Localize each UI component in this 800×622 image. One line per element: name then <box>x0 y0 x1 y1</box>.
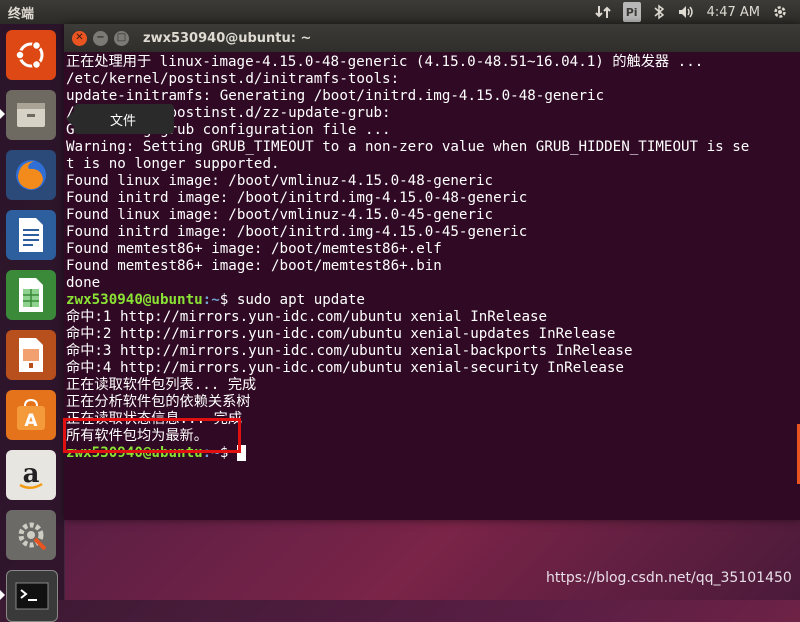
terminal-line: 正在读取软件包列表... 完成 <box>66 377 257 393</box>
bluetooth-icon[interactable] <box>653 2 665 22</box>
active-app-name: 终端 <box>8 6 35 22</box>
terminal-line: 命中:2 http://mirrors.yun-idc.com/ubuntu x… <box>66 326 616 342</box>
svg-text:a: a <box>23 459 40 489</box>
terminal-line: t is no longer supported. <box>66 156 280 172</box>
launcher-tooltip: 文件 <box>66 104 174 134</box>
launcher: A a <box>0 24 65 622</box>
terminal-line: 命中:3 http://mirrors.yun-idc.com/ubuntu x… <box>66 343 633 359</box>
tooltip-label: 文件 <box>110 113 137 129</box>
libreoffice-writer-icon[interactable] <box>6 210 56 260</box>
terminal-line: update-initramfs: Generating /boot/initr… <box>66 88 605 104</box>
close-button[interactable]: ✕ <box>72 30 87 46</box>
terminal-line: /etc/kernel/postinst.d/initramfs-tools: <box>66 71 400 87</box>
terminal-line: 正在分析软件包的依赖关系树 <box>66 394 251 410</box>
running-indicator <box>0 109 5 119</box>
svg-text:A: A <box>24 411 38 431</box>
network-icon[interactable] <box>595 2 611 22</box>
terminal-line: Found linux image: /boot/vmlinuz-4.15.0-… <box>66 207 494 223</box>
clock[interactable]: 4:47 AM <box>707 2 760 22</box>
terminal-line: Found linux image: /boot/vmlinuz-4.15.0-… <box>66 173 494 189</box>
libreoffice-calc-icon[interactable] <box>6 270 56 320</box>
terminal-prompt-line: zwx530940@ubuntu:~$ sudo apt update <box>66 292 800 309</box>
terminal-line: 命中:4 http://mirrors.yun-idc.com/ubuntu x… <box>66 360 624 376</box>
maximize-button[interactable]: □ <box>114 30 129 46</box>
volume-icon[interactable] <box>677 2 695 22</box>
watermark: https://blog.csdn.net/qq_35101450 <box>546 570 792 586</box>
terminal-line: Warning: Setting GRUB_TIMEOUT to a non-z… <box>66 139 750 155</box>
terminal-line: Generating grub configuration file ... <box>66 122 391 138</box>
window-title: zwx530940@ubuntu: ~ <box>143 30 312 46</box>
prompt-command: $ sudo apt update <box>219 292 365 308</box>
terminal-line: /etc/kernel/postinst.d/zz-update-grub: <box>66 105 391 121</box>
terminal-line: done <box>66 275 101 291</box>
files-icon[interactable] <box>6 90 56 140</box>
ubuntu-dash-icon[interactable] <box>6 30 56 80</box>
window-titlebar[interactable]: ✕ − □ zwx530940@ubuntu: ~ <box>64 24 800 52</box>
prompt-user: zwx530940@ubuntu <box>66 292 203 308</box>
highlight-annotation <box>63 418 241 453</box>
system-settings-icon[interactable] <box>6 510 56 560</box>
terminal-line: Found initrd image: /boot/initrd.img-4.1… <box>66 224 528 240</box>
amazon-icon[interactable]: a <box>6 450 56 500</box>
libreoffice-impress-icon[interactable] <box>6 330 56 380</box>
terminal-line: 命中:1 http://mirrors.yun-idc.com/ubuntu x… <box>66 309 548 325</box>
terminal-line: Found memtest86+ image: /boot/memtest86+… <box>66 241 442 257</box>
running-indicator <box>0 590 5 600</box>
terminal-line: Found memtest86+ image: /boot/memtest86+… <box>66 258 442 274</box>
ubuntu-software-icon[interactable]: A <box>6 390 56 440</box>
minimize-button[interactable]: − <box>93 30 108 46</box>
top-panel: 终端 Pi 4:47 AM <box>0 0 800 24</box>
prompt-path: :~ <box>202 292 220 308</box>
terminal-line: Found initrd image: /boot/initrd.img-4.1… <box>66 190 528 206</box>
settings-gear-icon[interactable] <box>772 2 788 22</box>
terminal-line: 正在处理用于 linux-image-4.15.0-48-generic (4.… <box>66 54 704 70</box>
indicator-area: Pi 4:47 AM <box>595 2 800 22</box>
input-method-indicator[interactable]: Pi <box>622 2 641 22</box>
terminal-icon[interactable] <box>6 570 58 622</box>
firefox-icon[interactable] <box>6 150 56 200</box>
